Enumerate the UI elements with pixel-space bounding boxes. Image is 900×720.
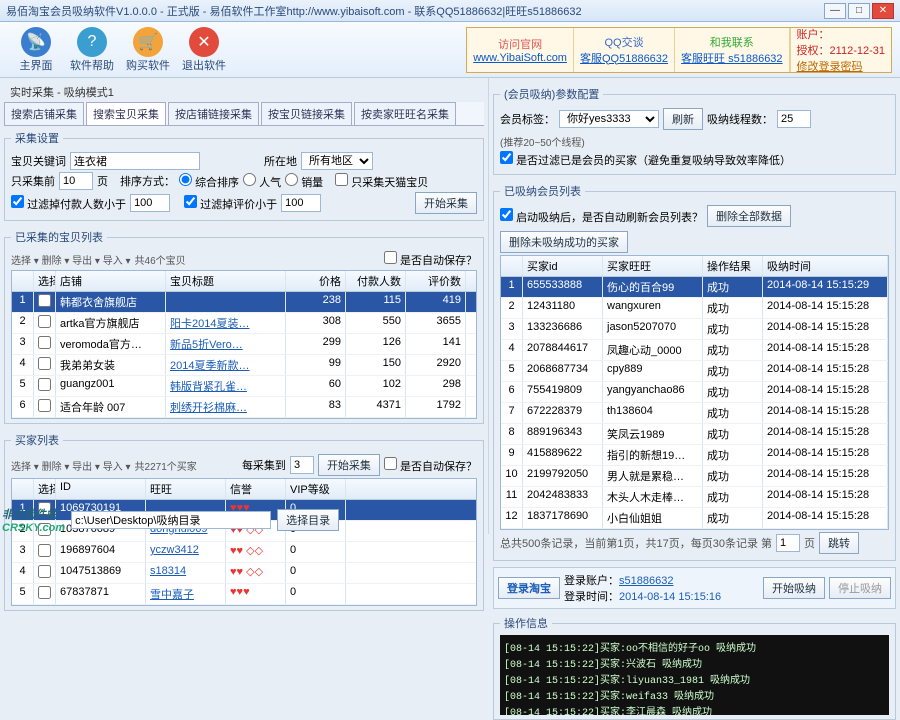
table-row[interactable]: 1655533888伤心的百合99成功2014-08-14 15:15:29 [501,277,888,298]
sort-combined[interactable]: 综合排序 [179,173,239,190]
table-row[interactable]: 8889196343笑凤云1989成功2014-08-14 15:15:28 [501,424,888,445]
table-row[interactable]: 212431180wangxuren成功2014-08-14 15:15:28 [501,298,888,319]
antenna-icon: 📡 [21,27,51,57]
footer: 非凡软件站CRSKY.com 选择目录 [2,506,339,534]
choose-dir-button[interactable]: 选择目录 [277,509,339,531]
page-limit-input[interactable] [59,172,93,190]
site-link[interactable]: 访问官网 [498,36,542,52]
tool-buy[interactable]: 🛒购买软件 [120,27,176,73]
tab-goodslink[interactable]: 按宝贝链接采集 [261,102,352,125]
table-row[interactable]: 5guangz001韩版背紧孔雀…60102298 [12,376,476,397]
goods-list: 已采集的宝贝列表 选择 ▾ 删除 ▾ 导出 ▾ 导入 ▾共46个宝贝 是否自动保… [4,229,484,424]
table-row[interactable]: 3133236686jason5207070成功2014-08-14 15:15… [501,319,888,340]
main-toolbar: 📡主界面 ?软件帮助 🛒购买软件 ✕退出软件 访问官网www.YibaiSoft… [0,22,900,78]
table-row[interactable]: 567837871雪中嘉子♥♥♥0 [12,584,476,605]
location-select[interactable]: 所有地区 [301,152,373,170]
start-absorb-button[interactable]: 开始吸纳 [763,577,825,599]
account-box: 访问官网www.YibaiSoft.com QQ交谈客服QQ51886632 和… [466,27,892,73]
collect-settings: 采集设置 宝贝关键词 所在地 所有地区 只采集前 页 排序方式： 综合排序 人气… [4,130,484,221]
sort-pop[interactable]: 人气 [243,173,281,190]
auto-refresh-check[interactable]: 启动吸纳后，是否自动刷新会员列表？ [500,208,703,225]
table-row[interactable]: 42078844617凤趣心动_0000成功2014-08-14 15:15:2… [501,340,888,361]
table-row[interactable]: 121837178690小白仙姐姐成功2014-08-14 15:15:28 [501,508,888,529]
minimize-button[interactable]: — [824,3,846,19]
table-row[interactable]: 41047513869s18314♥♥ ◇◇0 [12,563,476,584]
jump-button[interactable]: 跳转 [819,532,859,554]
table-row[interactable]: 52068687734cpy889成功2014-08-14 15:15:28 [501,361,888,382]
login-taobao-button[interactable]: 登录淘宝 [498,577,560,599]
left-title: 实时采集 - 吸纳模式1 [4,82,484,102]
absorb-config: (会员吸纳)参数配置 会员标签： 你好yes3333 刷新 吸纳线程数： (推荐… [493,86,896,175]
table-row[interactable]: 4我弟弟女装2014夏季新款…991502920 [12,355,476,376]
refresh-button[interactable]: 刷新 [663,108,703,130]
filter-cmt-check[interactable]: 过滤掉评价小于 [184,195,277,212]
tool-help[interactable]: ?软件帮助 [64,27,120,73]
table-row[interactable]: 7672228379th138604成功2014-08-14 15:15:28 [501,403,888,424]
filter-pay-check[interactable]: 过滤掉付款人数小于 [11,195,126,212]
maximize-button[interactable]: □ [848,3,870,19]
keyword-input[interactable] [70,152,200,170]
buyers-autosave[interactable]: 是否自动保存？ [384,457,477,474]
exit-icon: ✕ [189,27,219,57]
change-password-link[interactable]: 修改登录密码 [797,58,885,74]
table-row[interactable]: 6适合年龄 007刺绣开衫棉麻…8343711792 [12,397,476,418]
delete-fail-button[interactable]: 删除未吸纳成功的买家 [500,231,628,253]
buyers-start-button[interactable]: 开始采集 [318,454,380,476]
absorbed-list: 已吸纳会员列表 启动吸纳后，是否自动刷新会员列表？ 删除全部数据 删除未吸纳成功… [493,183,896,561]
tab-shoplink[interactable]: 按店铺链接采集 [168,102,259,125]
cart-icon: 🛒 [133,27,163,57]
table-row[interactable]: 1韩都衣舍旗舰店238115419 [12,292,476,313]
sort-sales[interactable]: 销量 [285,173,323,190]
thread-input[interactable] [777,110,811,128]
left-tabs: 搜索店铺采集 搜索宝贝采集 按店铺链接采集 按宝贝链接采集 按卖家旺旺名采集 [4,102,484,126]
filter-exist-check[interactable]: 是否过滤已是会员的买家（避免重复吸纳导致效率降低） [500,151,791,168]
window-title: 易佰淘宝会员吸纳软件V1.0.0.0 - 正式版 - 易佰软件工作室http:/… [6,3,822,19]
tool-home[interactable]: 📡主界面 [8,27,64,73]
filter-cmt-input[interactable] [281,194,321,212]
tag-select[interactable]: 你好yes3333 [559,110,659,128]
delete-all-button[interactable]: 删除全部数据 [707,205,791,227]
table-row[interactable]: 9415889622指引的新想19…成功2014-08-14 15:15:28 [501,445,888,466]
table-row[interactable]: 102199792050男人就是累稳…成功2014-08-14 15:15:28 [501,466,888,487]
table-row[interactable]: 3veromoda官方…新品5折Vero…299126141 [12,334,476,355]
help-icon: ? [77,27,107,57]
tab-seller-ww[interactable]: 按卖家旺旺名采集 [354,102,456,125]
titlebar: 易佰淘宝会员吸纳软件V1.0.0.0 - 正式版 - 易佰软件工作室http:/… [0,0,900,22]
qq-link[interactable]: QQ交谈 [604,34,643,50]
table-row[interactable]: 2artka官方旗舰店阳卡2014夏装…3085503655 [12,313,476,334]
path-input[interactable] [71,511,271,529]
log-panel: 操作信息 [08-14 15:15:22]买家:oo不相信的好子oo 吸纳成功[… [493,615,896,720]
tab-shop[interactable]: 搜索店铺采集 [4,102,84,125]
only-tmall-check[interactable]: 只采集天猫宝贝 [335,173,428,190]
table-row[interactable]: 3196897604yczw3412♥♥ ◇◇0 [12,542,476,563]
close-button[interactable]: ✕ [872,3,894,19]
filter-pay-input[interactable] [130,194,170,212]
tool-exit[interactable]: ✕退出软件 [176,27,232,73]
start-collect-button[interactable]: 开始采集 [415,192,477,214]
log-output: [08-14 15:15:22]买家:oo不相信的好子oo 吸纳成功[08-14… [500,635,889,715]
goods-autosave[interactable]: 是否自动保存？ [384,251,477,268]
tab-goods[interactable]: 搜索宝贝采集 [86,102,166,125]
ww-link[interactable]: 和我联系 [710,34,754,50]
table-row[interactable]: 6755419809yangyanchao86成功2014-08-14 15:1… [501,382,888,403]
stop-absorb-button[interactable]: 停止吸纳 [829,577,891,599]
table-row[interactable]: 112042483833木头人木走棒…成功2014-08-14 15:15:28 [501,487,888,508]
